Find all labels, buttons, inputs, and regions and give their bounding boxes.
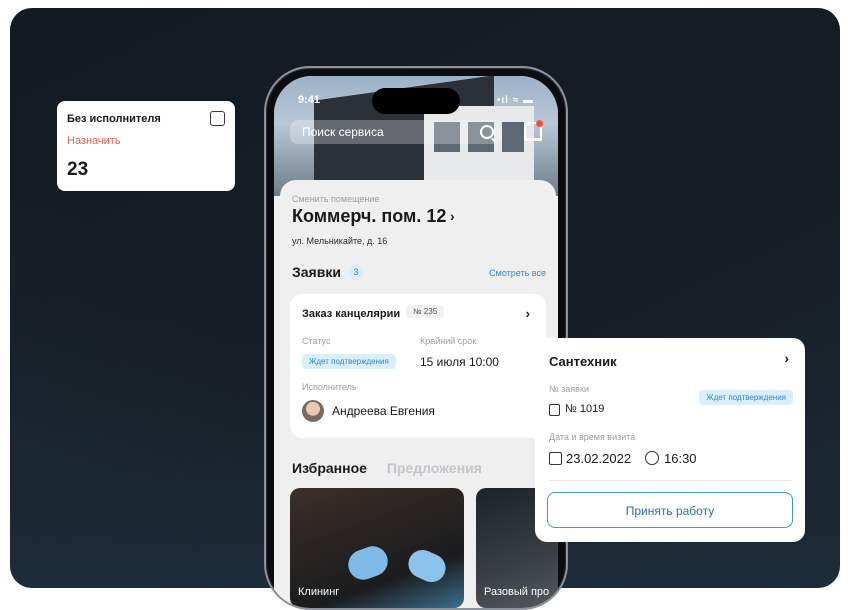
- visit-time: 16:30: [664, 451, 697, 466]
- status-bar: 9:41 •ıl ≈ ▬: [298, 94, 540, 110]
- document-icon: [549, 404, 560, 416]
- clock-icon: [645, 451, 659, 465]
- executor-name: Андреева Евгения: [332, 404, 435, 418]
- service-label: Разовый про: [484, 586, 550, 598]
- room-address: ул. Мельникайте, д. 16: [292, 236, 388, 246]
- main-sheet: Сменить помещение Коммерч. пом. 12 › ул.…: [280, 180, 558, 608]
- change-room-hint[interactable]: Сменить помещение: [292, 194, 379, 204]
- see-all-link[interactable]: Смотреть все: [489, 268, 546, 278]
- service-label: Клининг: [298, 586, 340, 598]
- request-card[interactable]: Заказ канцелярии № 235 › Статус Крайний …: [290, 294, 546, 438]
- signal-wifi-battery-icon: •ıl ≈ ▬: [496, 95, 534, 106]
- phone-screen: 9:41 •ıl ≈ ▬ Поиск сервиса Сменить помещ…: [274, 76, 558, 608]
- tab-offers[interactable]: Предложения: [387, 460, 482, 476]
- status-badge: Ждет подтверждения: [699, 390, 793, 405]
- executor-label: Исполнитель: [302, 382, 357, 392]
- notification-dot: [536, 120, 543, 127]
- search-input[interactable]: Поиск сервиса: [290, 120, 502, 144]
- deadline-label: Крайний срок: [420, 336, 477, 346]
- plumber-request-card[interactable]: Сантехник › № заявки Ждет подтверждения …: [535, 338, 805, 542]
- visit-date: 23.02.2022: [566, 451, 632, 466]
- divider: [549, 480, 791, 481]
- phone-mockup: 9:41 •ıl ≈ ▬ Поиск сервиса Сменить помещ…: [264, 66, 568, 610]
- status-badge: Ждет подтверждения: [302, 354, 396, 369]
- status-time: 9:41: [298, 94, 321, 106]
- requests-count-badge: 3: [348, 264, 364, 280]
- room-title[interactable]: Коммерч. пом. 12: [292, 206, 446, 227]
- search-icon[interactable]: [480, 125, 494, 139]
- unassigned-title: Без исполнителя: [67, 113, 161, 125]
- plumber-title: Сантехник: [549, 354, 617, 369]
- unassigned-count: 23: [67, 159, 89, 180]
- avatar: [302, 400, 324, 422]
- request-number: № 235: [406, 305, 445, 318]
- deadline-value: 15 июля 10:00: [420, 355, 499, 369]
- request-number-label: № заявки: [549, 384, 589, 394]
- accept-work-button[interactable]: Принять работу: [547, 492, 793, 528]
- checkbox[interactable]: [210, 111, 225, 126]
- chevron-right-icon[interactable]: ›: [450, 208, 455, 224]
- request-number-value: № 1019: [565, 403, 605, 415]
- glove-shape: [403, 545, 451, 587]
- tab-bar: Избранное Предложения: [292, 460, 482, 476]
- glove-shape: [344, 542, 392, 584]
- calendar-icon: [549, 452, 562, 465]
- assign-link[interactable]: Назначить: [67, 135, 121, 147]
- window: [502, 122, 524, 152]
- status-label: Статус: [302, 336, 331, 346]
- chevron-right-icon[interactable]: ›: [526, 306, 530, 321]
- visit-datetime-label: Дата и время визита: [549, 432, 636, 442]
- requests-heading: Заявки: [292, 264, 341, 280]
- chevron-right-icon[interactable]: ›: [784, 350, 789, 366]
- tab-favorites[interactable]: Избранное: [292, 460, 367, 476]
- request-title: Заказ канцелярии: [302, 308, 401, 320]
- unassigned-card[interactable]: Без исполнителя Назначить 23: [57, 101, 235, 191]
- search-placeholder: Поиск сервиса: [302, 125, 384, 139]
- service-card-cleaning[interactable]: Клининг: [290, 488, 464, 608]
